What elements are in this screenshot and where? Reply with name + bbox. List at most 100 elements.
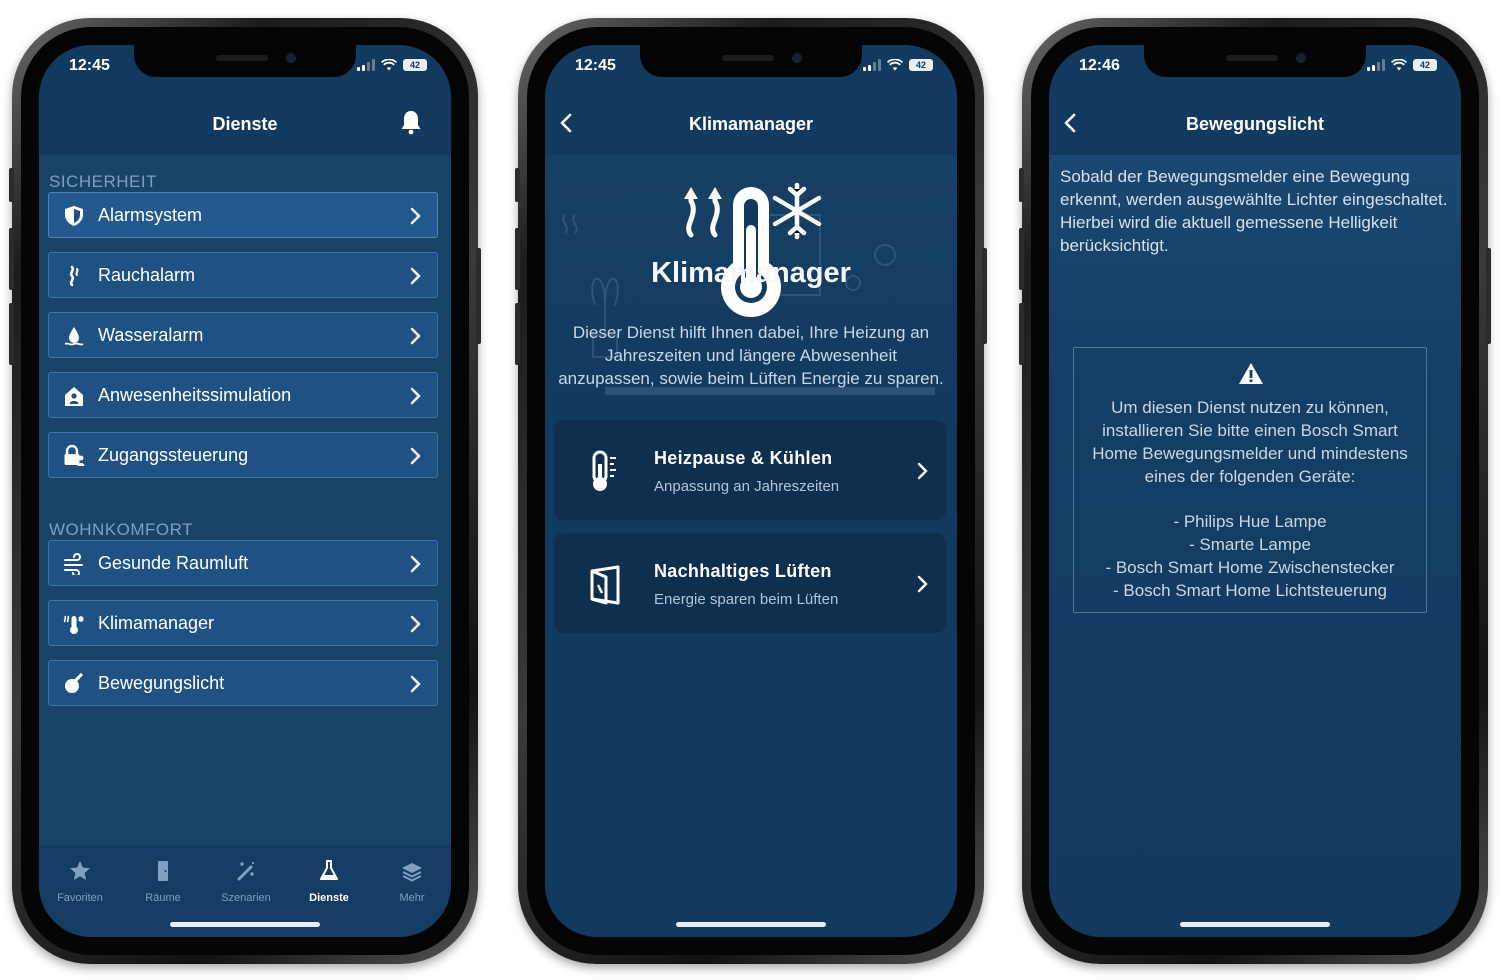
card-heizpause-kuehlen[interactable]: Heizpause & Kühlen Anpassung an Jahresze… — [554, 420, 946, 520]
status-time: 12:46 — [1079, 57, 1120, 74]
cell-signal-icon — [863, 59, 881, 71]
services-list: SICHERHEIT Alarmsystem Rauchalarm Wasser… — [39, 155, 451, 845]
card-title: Nachhaltiges Lüften — [654, 561, 832, 581]
magic-wand-icon — [237, 862, 254, 881]
page-title: Bewegungslicht — [1185, 114, 1324, 134]
motion-light-icon — [65, 673, 83, 693]
thermometer-icon — [592, 450, 616, 491]
smoke-icon — [69, 265, 79, 287]
wifi-icon — [1391, 59, 1407, 71]
warning-icon — [1239, 363, 1263, 384]
chevron-right-icon — [917, 462, 928, 480]
chevron-right-icon — [410, 447, 421, 465]
chevron-right-icon — [410, 387, 421, 405]
home-indicator — [170, 922, 320, 927]
phone-bewegungslicht: 12:46 42 Bewegungslicht Sobald der Beweg… — [1019, 18, 1491, 964]
section-label-wohnkomfort: WOHNKOMFORT — [49, 520, 194, 539]
list-item-anwesenheitssimulation[interactable]: Anwesenheitssimulation — [48, 372, 438, 418]
card-subtitle: Anpassung an Jahreszeiten — [654, 478, 840, 495]
chevron-right-icon — [410, 555, 421, 573]
service-description: Dieser Dienst hilft Ihnen dabei, Ihre He… — [558, 323, 944, 388]
water-drop-icon — [64, 327, 84, 346]
home-indicator — [1180, 922, 1330, 927]
screen: 12:45 42 Dienste SICHERHEIT Alarmsystem … — [39, 45, 451, 937]
tab-favoriten[interactable]: Favoriten — [39, 859, 121, 904]
list-item: - Philips Hue Lampe — [1173, 512, 1327, 531]
cell-signal-icon — [1367, 59, 1385, 71]
bell-icon[interactable] — [399, 109, 423, 135]
layers-icon — [402, 863, 422, 882]
chevron-right-icon — [410, 327, 421, 345]
card-title: Heizpause & Kühlen — [654, 448, 833, 468]
chevron-right-icon — [410, 267, 421, 285]
list-item-label: Zugangssteuerung — [98, 445, 249, 465]
nav-bar: Dienste — [39, 89, 451, 155]
chevron-right-icon — [917, 575, 928, 593]
tab-label: Räume — [145, 892, 181, 904]
list-item-gesunde-raumluft[interactable]: Gesunde Raumluft — [48, 540, 438, 586]
list-item-label: Bewegungslicht — [98, 673, 225, 693]
list-item-label: Gesunde Raumluft — [98, 553, 249, 573]
star-icon — [70, 861, 90, 880]
nav-bar: Klimamanager — [545, 89, 957, 155]
tab-szenarien[interactable]: Szenarien — [205, 859, 287, 904]
wifi-icon — [381, 59, 397, 71]
tab-label: Mehr — [399, 892, 425, 904]
tab-label: Dienste — [309, 892, 349, 904]
shield-icon — [65, 206, 83, 226]
notice-text: Um diesen Dienst nutzen zu können, insta… — [1092, 398, 1408, 486]
page-title: Klimamanager — [688, 114, 814, 134]
door-icon — [158, 861, 168, 881]
battery-icon: 42 — [909, 59, 933, 71]
battery-icon: 42 — [1413, 59, 1437, 71]
list-item: - Bosch Smart Home Lichtsteuerung — [1112, 581, 1387, 600]
tab-label: Szenarien — [221, 892, 271, 904]
list-item-alarmsystem[interactable]: Alarmsystem — [48, 192, 438, 238]
list-item-klimamanager[interactable]: Klimamanager — [48, 600, 438, 646]
list-item-label: Anwesenheitssimulation — [98, 385, 292, 405]
list-item-label: Wasseralarm — [98, 325, 204, 345]
page-title: Dienste — [212, 114, 278, 134]
lock-person-icon — [64, 445, 85, 466]
status-bar: 12:45 42 — [39, 45, 451, 89]
thermometer-snowflake-icon — [63, 615, 84, 634]
tab-mehr[interactable]: Mehr — [371, 859, 451, 904]
list-item-label: Rauchalarm — [98, 265, 196, 285]
chevron-right-icon — [410, 675, 421, 693]
list-item: - Bosch Smart Home Zwischenstecker — [1105, 558, 1395, 577]
tab-label: Favoriten — [57, 892, 103, 904]
card-nachhaltiges-lueften[interactable]: Nachhaltiges Lüften Energie sparen beim … — [554, 533, 946, 633]
chevron-right-icon — [410, 207, 421, 225]
phone-klimamanager: 12:45 42 Klimamanager Klimamanager Diese… — [515, 18, 987, 964]
status-time: 12:45 — [69, 57, 110, 74]
screen: 12:45 42 Klimamanager Klimamanager Diese… — [545, 45, 957, 937]
tab-raeume[interactable]: Räume — [122, 859, 204, 904]
tab-bar: Favoriten Räume Szenarien Dienste Mehr — [39, 845, 451, 937]
cell-signal-icon — [357, 59, 375, 71]
flask-icon — [320, 860, 338, 880]
home-indicator — [676, 922, 826, 927]
requirements-notice: Um diesen Dienst nutzen zu können, insta… — [1073, 347, 1427, 613]
wifi-icon — [887, 59, 903, 71]
list-item-rauchalarm[interactable]: Rauchalarm — [48, 252, 438, 298]
list-item-bewegungslicht[interactable]: Bewegungslicht — [48, 660, 438, 706]
list-item-label: Klimamanager — [98, 613, 215, 633]
screen: 12:46 42 Bewegungslicht Sobald der Beweg… — [1049, 45, 1461, 937]
list-item-wasseralarm[interactable]: Wasseralarm — [48, 312, 438, 358]
list-item-zugangssteuerung[interactable]: Zugangssteuerung — [48, 432, 438, 478]
air-flow-icon — [64, 553, 83, 575]
card-subtitle: Energie sparen beim Lüften — [654, 591, 839, 608]
service-description: Sobald der Bewegungsmelder eine Bewegung… — [1060, 167, 1448, 255]
tab-dienste[interactable]: Dienste — [288, 859, 370, 904]
status-bar: 12:45 42 — [545, 45, 957, 89]
nav-bar: Bewegungslicht — [1049, 89, 1461, 155]
chevron-right-icon — [410, 615, 421, 633]
hero-title: Klimamanager — [651, 257, 851, 289]
battery-icon: 42 — [403, 59, 427, 71]
list-item: - Smarte Lampe — [1189, 535, 1311, 554]
section-label-sicherheit: SICHERHEIT — [49, 172, 157, 191]
list-item-label: Alarmsystem — [98, 205, 203, 225]
open-window-icon — [590, 565, 620, 605]
house-person-icon — [65, 387, 83, 406]
status-bar: 12:46 42 — [1049, 45, 1461, 89]
